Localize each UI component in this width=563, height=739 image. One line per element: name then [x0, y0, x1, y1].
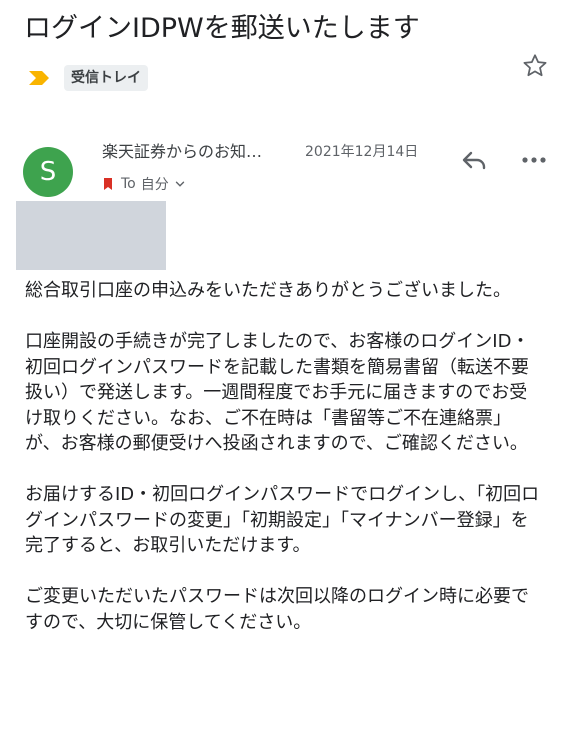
sender-name[interactable]: 楽天証券からのお知… — [102, 140, 290, 164]
body-paragraph: ご変更いただいたパスワードは次回以降のログイン時に必要ですので、大切に保管してく… — [25, 586, 529, 633]
recipient-row[interactable]: To 自分 — [101, 173, 185, 195]
email-body: 総合取引口座の申込みをいただきありがとうございました。 口座開設の手続きが完了し… — [25, 278, 545, 661]
to-label: To — [121, 176, 136, 192]
email-date: 2021年12月14日 — [305, 144, 419, 160]
body-paragraph: 口座開設の手続きが完了しましたので、お客様のログインID・初回ログインパスワード… — [25, 331, 530, 454]
inbox-label-chip[interactable]: 受信トレイ — [64, 65, 148, 91]
star-icon[interactable] — [521, 52, 549, 80]
reply-icon[interactable] — [460, 148, 488, 172]
importance-marker-icon — [104, 178, 112, 190]
more-horizontal-icon[interactable] — [521, 148, 547, 172]
label-row: 受信トレイ — [27, 64, 148, 92]
recipient-name: 自分 — [140, 177, 169, 193]
redacted-block — [16, 201, 166, 270]
body-paragraph: 総合取引口座の申込みをいただきありがとうございました。 — [25, 280, 511, 301]
avatar[interactable]: S — [23, 147, 73, 197]
chevron-down-icon[interactable] — [175, 179, 185, 189]
email-subject: ログインIDPWを郵送いたします — [24, 13, 420, 44]
label-important-icon[interactable] — [27, 70, 51, 86]
body-paragraph: お届けするID・初回ログインパスワードでログインし、「初回ログインパスワードの変… — [25, 484, 540, 556]
